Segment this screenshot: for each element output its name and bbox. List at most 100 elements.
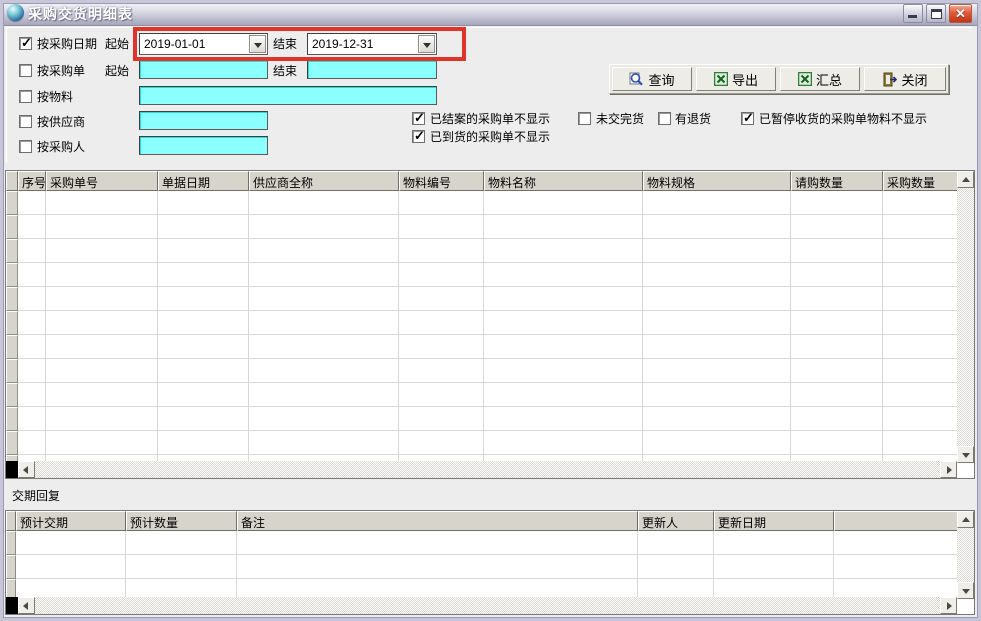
filter-supplier-checkbox[interactable] xyxy=(19,115,32,128)
row-selector-cell[interactable] xyxy=(6,407,18,431)
row-selector-cell[interactable] xyxy=(6,359,18,383)
export-button[interactable]: 导出 xyxy=(696,67,776,91)
scroll-up-button[interactable] xyxy=(957,171,974,188)
grid-column-line xyxy=(790,191,791,463)
column-header[interactable]: 更新日期 xyxy=(714,511,834,531)
scroll-right-button[interactable] xyxy=(940,597,957,614)
column-header[interactable] xyxy=(6,511,16,531)
grid-column-line xyxy=(713,531,714,599)
query-button-label: 查询 xyxy=(648,70,674,89)
order-end-label: 结束 xyxy=(273,63,297,79)
date-start-dropdown-button[interactable] xyxy=(249,35,266,53)
column-header[interactable]: 预计交期 xyxy=(16,511,126,531)
maximize-button[interactable] xyxy=(926,4,946,23)
row-selector-cell[interactable] xyxy=(6,239,18,263)
filter-order-checkbox[interactable] xyxy=(19,64,32,77)
close-report-button[interactable]: 关闭 xyxy=(864,67,946,91)
arrow-right-icon xyxy=(947,602,952,610)
scroll-left-button[interactable] xyxy=(18,597,35,614)
column-header[interactable]: 物料名称 xyxy=(484,171,643,191)
option-suspended-label: 已暂停收货的采购单物料不显示 xyxy=(759,111,927,127)
order-start-input[interactable] xyxy=(139,60,268,79)
grid-column-line xyxy=(637,531,638,599)
row-selector-cell[interactable] xyxy=(6,191,18,215)
grid-column-line xyxy=(642,191,643,463)
row-selector-cell[interactable] xyxy=(6,431,18,455)
scroll-down-button[interactable] xyxy=(957,582,974,599)
buyer-input[interactable] xyxy=(139,136,268,155)
row-selector-cell[interactable] xyxy=(6,579,16,599)
grid-column-line xyxy=(833,531,834,599)
close-button[interactable]: ✕ xyxy=(949,4,972,23)
option-undelivered-label: 未交完货 xyxy=(596,111,644,127)
filter-buyer-checkbox[interactable] xyxy=(19,140,32,153)
export-button-label: 导出 xyxy=(732,70,758,89)
reply-table-vscrollbar[interactable] xyxy=(957,511,974,599)
date-start-combobox[interactable]: 2019-01-01 xyxy=(139,33,268,55)
filter-material-checkbox[interactable] xyxy=(19,90,32,103)
column-header[interactable]: 请购数量 xyxy=(791,171,883,191)
reply-table: 预计交期预计数量备注更新人更新日期 xyxy=(5,510,975,615)
grid-column-line xyxy=(125,531,126,599)
material-input[interactable] xyxy=(139,86,437,105)
column-header[interactable]: 备注 xyxy=(237,511,638,531)
query-button[interactable]: 查询 xyxy=(612,67,692,91)
row-selector-cell[interactable] xyxy=(6,215,18,239)
grid-corner-box xyxy=(6,461,18,478)
column-header[interactable]: 物料编号 xyxy=(399,171,484,191)
option-undelivered-checkbox[interactable] xyxy=(578,112,591,125)
scroll-up-button[interactable] xyxy=(957,511,974,528)
row-selector-cell[interactable] xyxy=(6,531,16,555)
filter-buyer-label: 按采购人 xyxy=(37,139,85,155)
column-header[interactable] xyxy=(6,171,18,191)
row-selector-cell[interactable] xyxy=(6,555,16,579)
scroll-down-button[interactable] xyxy=(957,446,974,463)
order-start-label: 起始 xyxy=(105,63,129,79)
column-header[interactable]: 供应商全称 xyxy=(249,171,399,191)
option-arrived-orders-label: 已到货的采购单不显示 xyxy=(430,129,550,145)
summary-button-label: 汇总 xyxy=(816,70,842,89)
arrow-up-icon xyxy=(962,517,970,522)
grid-column-line xyxy=(248,191,249,463)
column-header[interactable]: 采购单号 xyxy=(46,171,158,191)
grid-column-line xyxy=(236,531,237,599)
option-closed-orders-checkbox[interactable] xyxy=(412,112,425,125)
column-header[interactable]: 预计数量 xyxy=(126,511,237,531)
filter-date-checkbox[interactable] xyxy=(19,37,32,50)
row-selector-cell[interactable] xyxy=(6,335,18,359)
arrow-right-icon xyxy=(947,466,952,474)
minimize-icon xyxy=(908,15,917,18)
column-header[interactable]: 更新人 xyxy=(638,511,714,531)
row-selector-cell[interactable] xyxy=(6,311,18,335)
minimize-button[interactable] xyxy=(903,4,923,23)
main-table-hscrollbar[interactable] xyxy=(6,461,957,478)
row-selector-cell[interactable] xyxy=(6,383,18,407)
main-table-vscrollbar[interactable] xyxy=(957,171,974,463)
scroll-right-button[interactable] xyxy=(940,461,957,478)
titlebar[interactable]: 采购交货明细表 ✕ xyxy=(0,0,981,26)
scroll-left-button[interactable] xyxy=(18,461,35,478)
app-window: 采购交货明细表 ✕ 按采购日期 起始 2019-01-01 结束 2019-12… xyxy=(0,0,981,621)
column-header[interactable]: 单据日期 xyxy=(158,171,249,191)
date-end-combobox[interactable]: 2019-12-31 xyxy=(307,33,437,55)
row-selector-cell[interactable] xyxy=(6,287,18,311)
filter-date-label: 按采购日期 xyxy=(37,36,97,52)
grid-column-line xyxy=(157,191,158,463)
close-icon: ✕ xyxy=(950,6,971,22)
summary-button[interactable]: 汇总 xyxy=(780,67,860,91)
chevron-down-icon xyxy=(423,43,431,48)
reply-table-hscrollbar[interactable] xyxy=(6,597,957,614)
supplier-input[interactable] xyxy=(139,111,268,130)
order-end-input[interactable] xyxy=(307,60,437,79)
main-table-body[interactable] xyxy=(6,191,958,463)
row-selector-cell[interactable] xyxy=(6,263,18,287)
option-arrived-orders-checkbox[interactable] xyxy=(412,130,425,143)
column-header[interactable] xyxy=(834,511,958,531)
option-suspended-checkbox[interactable] xyxy=(741,112,754,125)
reply-table-body[interactable] xyxy=(6,531,958,599)
option-returns-checkbox[interactable] xyxy=(658,112,671,125)
column-header[interactable]: 序号 xyxy=(18,171,46,191)
date-end-dropdown-button[interactable] xyxy=(418,35,435,53)
column-header[interactable]: 物料规格 xyxy=(643,171,791,191)
column-header[interactable]: 采购数量 xyxy=(883,171,958,191)
